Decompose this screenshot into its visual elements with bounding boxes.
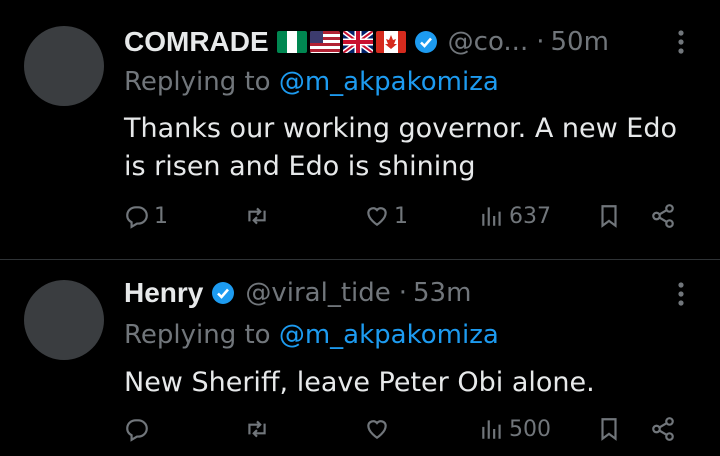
separator-dot: · (398, 278, 408, 308)
tweet-2[interactable]: Henry @viral_tide · 53m Replying to @m_a… (0, 260, 720, 456)
heart-icon (367, 420, 387, 439)
verified-badge-icon (212, 282, 235, 304)
reply-button[interactable] (124, 416, 154, 442)
repost-icon (248, 420, 266, 438)
uk-flag-icon (342, 31, 373, 53)
canada-flag-icon (375, 31, 406, 53)
nigeria-flag-icon (276, 31, 307, 53)
tweet-text: Thanks our working governor. A new Edo i… (124, 113, 677, 182)
user-handle[interactable]: @viral_tide (245, 278, 390, 308)
replying-to-label: Replying to (124, 320, 279, 350)
timestamp[interactable]: 50m (550, 27, 608, 57)
analytics-icon (482, 420, 501, 439)
verified-badge-icon (414, 31, 437, 53)
heart-icon (367, 207, 387, 226)
display-name[interactable]: COMRADE (124, 26, 269, 58)
replying-to-mention[interactable]: @m_akpakomiza (279, 320, 499, 350)
view-count: 500 (509, 416, 551, 442)
bookmark-icon (601, 418, 617, 441)
tweet-text: New Sheriff, leave Peter Obi alone. (124, 367, 595, 398)
flag-emojis (276, 31, 406, 53)
like-button[interactable]: 1 (364, 203, 408, 229)
repost-button[interactable] (244, 416, 274, 442)
more-options-icon[interactable] (676, 280, 686, 308)
separator-dot: · (536, 27, 545, 57)
view-count: 637 (509, 203, 551, 229)
tweet-header: COMRADE @co... · 50m (124, 24, 609, 60)
tweet-actions: 500 (124, 416, 684, 456)
repost-button[interactable] (244, 203, 274, 229)
views-button[interactable]: 637 (479, 203, 551, 229)
share-button[interactable] (650, 416, 676, 442)
like-button[interactable] (364, 416, 394, 442)
like-count: 1 (394, 203, 408, 229)
share-icon (652, 204, 674, 228)
share-button[interactable] (650, 203, 676, 229)
views-button[interactable]: 500 (479, 416, 551, 442)
share-icon (652, 417, 674, 441)
replying-to-line: Replying to @m_akpakomiza (124, 67, 499, 97)
replying-to-mention[interactable]: @m_akpakomiza (279, 67, 499, 97)
reply-button[interactable]: 1 (124, 203, 168, 229)
analytics-icon (482, 207, 501, 226)
avatar[interactable] (24, 280, 104, 360)
tweet-1[interactable]: COMRADE @co... · 50m Replying to @m_akpa… (0, 0, 720, 258)
user-handle[interactable]: @co... (448, 27, 529, 57)
tweet-header: Henry @viral_tide · 53m (124, 275, 471, 311)
avatar[interactable] (24, 26, 104, 106)
repost-icon (248, 207, 266, 225)
usa-flag-icon (309, 31, 340, 53)
replying-to-label: Replying to (124, 67, 279, 97)
timestamp[interactable]: 53m (413, 278, 471, 308)
bookmark-button[interactable] (596, 416, 622, 442)
reply-icon (126, 206, 148, 229)
replying-to-line: Replying to @m_akpakomiza (124, 320, 499, 350)
bookmark-icon (601, 205, 617, 228)
tweet-actions: 1 1 637 (124, 203, 684, 243)
reply-count: 1 (154, 203, 168, 229)
reply-icon (126, 419, 148, 442)
display-name[interactable]: Henry (124, 277, 203, 309)
more-options-icon[interactable] (676, 28, 686, 56)
bookmark-button[interactable] (596, 203, 622, 229)
